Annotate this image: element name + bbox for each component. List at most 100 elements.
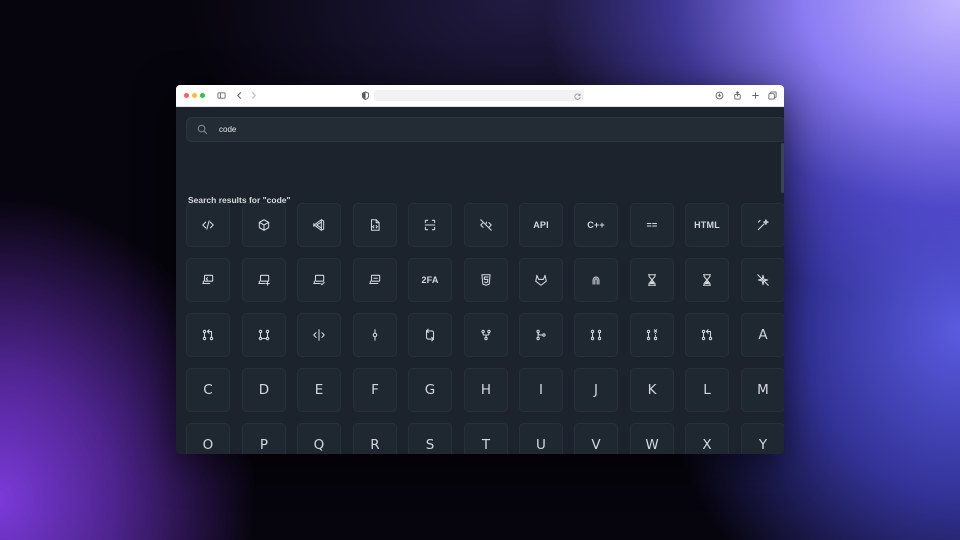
letter-i-icon: I <box>539 382 543 398</box>
browser-toolbar <box>176 85 784 107</box>
tab-overview-icon[interactable] <box>767 90 777 100</box>
icon-tile-letter-g[interactable]: G <box>408 368 452 412</box>
share-icon[interactable] <box>732 90 742 100</box>
downloads-icon[interactable] <box>714 90 724 100</box>
2fa-icon: 2FA <box>421 275 439 285</box>
icon-tile-api[interactable]: API <box>519 203 563 247</box>
hourglass-icon <box>647 274 657 286</box>
letter-e-icon: E <box>314 382 324 398</box>
icon-tile-device-code[interactable] <box>186 258 230 302</box>
icon-tile-letter-i[interactable]: I <box>519 368 563 412</box>
icon-tile-letter-o[interactable]: O <box>186 423 230 454</box>
letter-u-icon: U <box>536 437 546 453</box>
cplusplus-icon: C++ <box>587 220 605 230</box>
icon-tile-letter-h[interactable]: H <box>464 368 508 412</box>
icon-tile-git-compare[interactable] <box>242 313 286 357</box>
icon-tile-hourglass-alt[interactable] <box>685 258 729 302</box>
icon-tile-letter-w[interactable]: W <box>630 423 674 454</box>
icon-tile-letter-y[interactable]: Y <box>741 423 784 454</box>
icon-tile-git-pull-request[interactable] <box>186 313 230 357</box>
shield-icon[interactable] <box>360 90 370 100</box>
icon-tile-cplusplus[interactable]: C++ <box>574 203 618 247</box>
git-cherry-pick-icon <box>701 329 713 341</box>
icon-tile-letter-c[interactable]: C <box>186 368 230 412</box>
icon-tile-device-code-alt[interactable] <box>353 258 397 302</box>
icon-tile-letter-d[interactable]: D <box>242 368 286 412</box>
git-pull-request-closed-icon <box>646 329 658 341</box>
icon-tile-letter-m[interactable]: M <box>741 368 784 412</box>
icon-tile-git-commit[interactable] <box>353 313 397 357</box>
letter-l-icon: L <box>703 382 711 398</box>
letter-p-icon: P <box>259 437 269 453</box>
icon-tile-brand-html5[interactable] <box>464 258 508 302</box>
letter-d-icon: D <box>258 382 270 398</box>
address-bar[interactable] <box>374 90 584 101</box>
icon-tile-device-code-check[interactable] <box>297 258 341 302</box>
icon-tile-letter-s[interactable]: S <box>408 423 452 454</box>
icon-tile-letter-f[interactable]: F <box>353 368 397 412</box>
back-arrow-icon[interactable] <box>234 90 244 100</box>
icon-tile-letter-e[interactable]: E <box>297 368 341 412</box>
source-code-icon <box>313 329 325 341</box>
reload-icon[interactable] <box>572 91 582 101</box>
letter-w-icon: W <box>645 437 659 453</box>
page-content: Search results for "code" APIC++==HTML2F… <box>176 107 784 454</box>
icon-tile-equal-double[interactable]: == <box>630 203 674 247</box>
maximize-window-button[interactable] <box>200 93 205 98</box>
icon-tile-letter-q[interactable]: Q <box>297 423 341 454</box>
icon-tile-letter-r[interactable]: R <box>353 423 397 454</box>
icon-tile-hourglass[interactable] <box>630 258 674 302</box>
git-branch-swap-icon <box>425 328 435 342</box>
icon-tile-git-cherry-pick[interactable] <box>685 313 729 357</box>
letter-v-icon: V <box>591 437 601 453</box>
close-window-button[interactable] <box>184 93 189 98</box>
device-code-plus-icon <box>258 274 270 286</box>
git-commit-icon <box>372 329 378 341</box>
device-code-check-icon <box>313 274 325 286</box>
icon-tile-sparkle-off[interactable] <box>741 258 784 302</box>
icon-tile-letter-x[interactable]: X <box>685 423 729 454</box>
letter-x-icon: X <box>702 437 712 453</box>
icon-tile-scan-code[interactable] <box>408 203 452 247</box>
icon-tile-brand-openai[interactable] <box>574 258 618 302</box>
icon-tile-brand-gitlab[interactable] <box>519 258 563 302</box>
code-icon <box>202 220 214 230</box>
icon-tile-git-merge[interactable] <box>519 313 563 357</box>
icon-tile-code[interactable] <box>186 203 230 247</box>
icon-tile-git-branch-swap[interactable] <box>408 313 452 357</box>
icon-tile-letter-a[interactable]: A <box>741 313 784 357</box>
icon-tile-letter-p[interactable]: P <box>242 423 286 454</box>
icon-tile-vscode[interactable] <box>297 203 341 247</box>
icon-tile-source-code[interactable] <box>297 313 341 357</box>
forward-arrow-icon[interactable] <box>248 90 258 100</box>
device-code-alt-icon <box>369 274 381 285</box>
icon-tile-git-pull-request-draft[interactable] <box>574 313 618 357</box>
icon-tile-letter-k[interactable]: K <box>630 368 674 412</box>
icon-tile-letter-v[interactable]: V <box>574 423 618 454</box>
icon-tile-html[interactable]: HTML <box>685 203 729 247</box>
minimize-window-button[interactable] <box>192 93 197 98</box>
new-tab-icon[interactable] <box>750 90 760 100</box>
icon-tile-2fa[interactable]: 2FA <box>408 258 452 302</box>
letter-q-icon: Q <box>313 437 325 453</box>
icon-tile-wand-sparkle[interactable] <box>741 203 784 247</box>
letter-t-icon: T <box>481 437 491 453</box>
icon-tile-device-code-plus[interactable] <box>242 258 286 302</box>
icon-tile-git-pull-request-closed[interactable] <box>630 313 674 357</box>
icon-tile-git-fork[interactable] <box>464 313 508 357</box>
vscode-icon <box>313 219 325 231</box>
letter-j-icon: J <box>594 382 598 398</box>
icon-tile-letter-l[interactable]: L <box>685 368 729 412</box>
icon-tile-letter-j[interactable]: J <box>574 368 618 412</box>
icon-tile-cube-code[interactable] <box>242 203 286 247</box>
icon-tile-letter-t[interactable]: T <box>464 423 508 454</box>
icon-tile-code-off[interactable] <box>464 203 508 247</box>
code-off-icon <box>480 219 492 231</box>
icon-tile-letter-u[interactable]: U <box>519 423 563 454</box>
icon-tile-file-code[interactable] <box>353 203 397 247</box>
wand-sparkle-icon <box>757 219 769 231</box>
brand-openai-icon <box>592 276 600 285</box>
letter-g-icon: G <box>424 382 436 398</box>
git-pull-request-icon <box>202 329 214 341</box>
sidebar-toggle-icon[interactable] <box>216 90 226 100</box>
